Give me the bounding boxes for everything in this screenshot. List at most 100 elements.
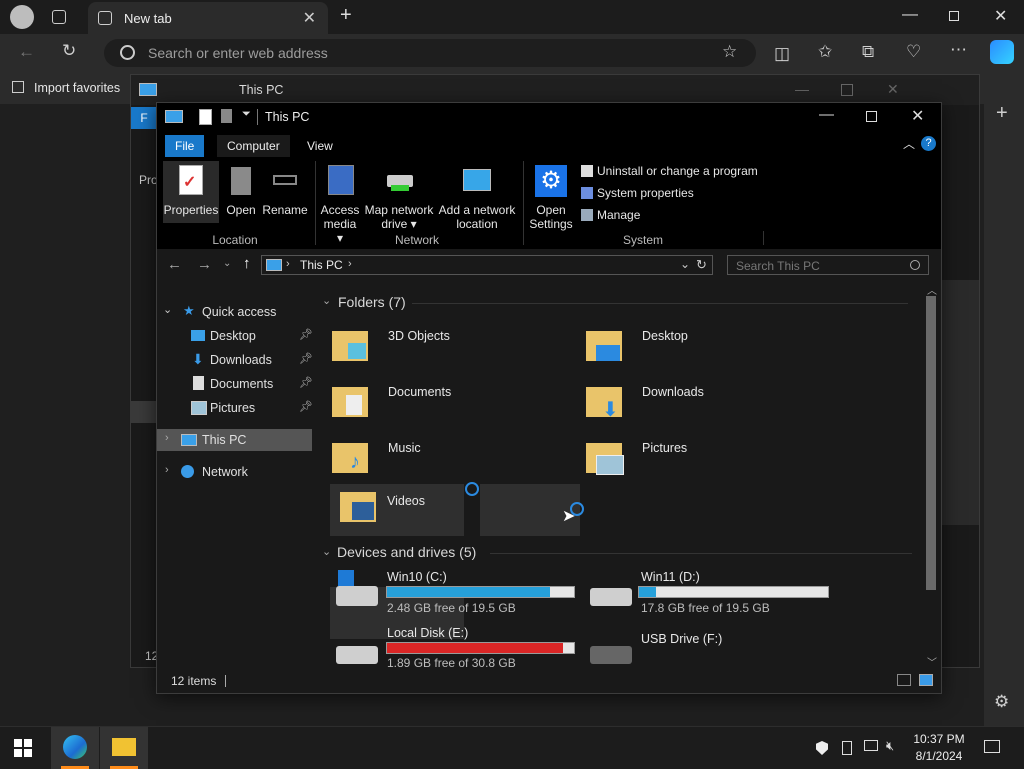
recent-locations-icon[interactable]: ⌄ — [223, 258, 231, 269]
details-view-icon[interactable] — [897, 674, 911, 686]
new-folder-qat-icon[interactable] — [221, 109, 232, 123]
folders-section-header[interactable]: ⌄ Folders (7) — [320, 293, 912, 313]
tab-close-icon[interactable]: ✕ — [303, 8, 316, 28]
clock-time[interactable]: 10:37 PM — [906, 732, 972, 746]
pin-icon[interactable]: 📌︎ — [299, 400, 313, 413]
profile-avatar[interactable] — [10, 5, 34, 29]
drive-e[interactable]: Local Disk (E:) 1.89 GB free of 30.8 GB — [334, 624, 584, 670]
address-dropdown-icon[interactable]: ⌄ — [680, 257, 690, 271]
folder-3d-objects[interactable]: 3D Objects — [330, 321, 464, 373]
content-scrollbar[interactable]: ︿ ﹀ — [924, 282, 938, 669]
back-icon[interactable]: ← — [18, 42, 35, 62]
tab-view[interactable]: View — [297, 135, 343, 157]
network-tray-icon[interactable] — [864, 740, 878, 751]
drives-header[interactable]: ⌄ Devices and drives (5) — [320, 544, 912, 564]
nav-back-icon[interactable]: ← — [167, 256, 182, 273]
nav-forward-icon[interactable]: → — [197, 256, 212, 273]
tab-computer[interactable]: Computer — [217, 135, 290, 157]
start-button[interactable] — [14, 739, 32, 757]
access-media-button[interactable]: Access media ▾ — [319, 161, 361, 245]
close-icon[interactable]: ✕ — [994, 6, 1007, 26]
nav-network[interactable]: › Network — [157, 461, 314, 483]
section-collapse-icon[interactable]: ⌄ — [322, 545, 331, 558]
bg-maximize-icon[interactable] — [841, 84, 853, 96]
nav-up-icon[interactable]: ↑ — [243, 255, 251, 272]
nav-pictures[interactable]: Pictures 📌︎ — [157, 397, 314, 419]
explorer-close-icon[interactable]: ✕ — [911, 106, 924, 126]
add-sidebar-icon[interactable]: + — [996, 102, 1008, 125]
quick-access-item[interactable]: ⌄ ★ Quick access — [157, 301, 314, 323]
open-settings-button[interactable]: ⚙ Open Settings — [529, 161, 573, 231]
open-button[interactable]: Open — [221, 161, 261, 223]
folder-desktop[interactable]: Desktop — [584, 321, 718, 373]
bg-close-icon[interactable]: ✕ — [887, 81, 899, 98]
folder-downloads[interactable]: ⬇ Downloads — [584, 377, 718, 429]
system-properties-button[interactable]: System properties — [579, 185, 709, 201]
folder-documents[interactable]: Documents — [330, 377, 464, 429]
explorer-minimize-icon[interactable]: — — [819, 106, 834, 123]
large-icons-view-icon[interactable] — [919, 674, 933, 686]
rename-button[interactable]: Rename — [261, 161, 309, 223]
split-screen-icon[interactable]: ◫ — [774, 44, 790, 64]
copilot-icon[interactable] — [990, 40, 1014, 64]
minimize-icon[interactable]: — — [902, 6, 918, 24]
folder-pictures[interactable]: Pictures — [584, 433, 718, 485]
notifications-icon[interactable] — [984, 740, 1000, 753]
nav-this-pc[interactable]: › This PC — [157, 429, 312, 451]
section-collapse-icon[interactable]: ⌄ — [322, 294, 331, 307]
search-box[interactable]: Search This PC — [727, 255, 929, 275]
address-bar[interactable]: Search or enter web address ☆ — [104, 39, 756, 67]
map-network-drive-button[interactable]: Map network drive ▾ — [363, 161, 435, 231]
bg-minimize-icon[interactable]: — — [795, 81, 809, 97]
import-favorites-link[interactable]: Import favorites — [34, 81, 120, 95]
file-explorer-taskbar-icon[interactable] — [100, 727, 148, 769]
expand-chevron-icon[interactable]: › — [165, 432, 169, 444]
help-icon[interactable]: ? — [921, 136, 936, 151]
folder-videos-tile[interactable]: Videos — [330, 484, 464, 536]
explorer-maximize-icon[interactable] — [866, 111, 877, 122]
expand-chevron-icon[interactable]: › — [165, 464, 169, 476]
expand-chevron-icon[interactable]: ⌄ — [163, 303, 172, 316]
restore-icon[interactable] — [949, 11, 959, 21]
pin-icon[interactable]: 📌︎ — [299, 328, 313, 341]
drive-d[interactable]: Win11 (D:) 17.8 GB free of 19.5 GB — [588, 568, 838, 618]
collapse-ribbon-icon[interactable]: ︿ — [903, 135, 915, 152]
browser-essentials-icon[interactable]: ♡ — [906, 42, 921, 62]
breadcrumb-bar[interactable]: › This PC › ⌄ ↻ — [261, 255, 713, 275]
manage-button[interactable]: Manage — [579, 207, 659, 223]
sidebar-settings-icon[interactable]: ⚙ — [994, 692, 1009, 712]
usb-tray-icon[interactable] — [842, 741, 852, 755]
drive-f[interactable]: USB Drive (F:) — [588, 624, 838, 668]
scroll-up-icon[interactable]: ︿ — [927, 282, 937, 297]
nav-documents[interactable]: Documents 📌︎ — [157, 373, 314, 395]
more-options-icon[interactable]: ⋯ — [950, 40, 967, 60]
folder-music[interactable]: ♪ Music — [330, 433, 464, 485]
properties-button[interactable]: ✓ Properties — [163, 161, 219, 223]
security-tray-icon[interactable] — [816, 741, 828, 755]
scroll-down-icon[interactable]: ﹀ — [927, 654, 937, 669]
scroll-thumb[interactable] — [926, 296, 936, 590]
refresh-icon[interactable]: ↻ — [62, 41, 76, 61]
tab-file[interactable]: File — [165, 135, 205, 157]
nav-desktop[interactable]: Desktop 📌︎ — [157, 325, 314, 347]
tab-new-tab[interactable]: New tab ✕ — [88, 2, 328, 34]
volume-muted-icon[interactable]: 🔇︎ — [886, 738, 894, 754]
favorites-icon[interactable]: ✩ — [818, 42, 832, 62]
properties-qat-icon[interactable] — [199, 109, 212, 125]
pin-icon[interactable]: 📌︎ — [299, 376, 313, 389]
edge-taskbar-icon[interactable] — [51, 727, 99, 769]
favorite-star-icon[interactable]: ☆ — [722, 42, 737, 62]
pin-icon[interactable]: 📌︎ — [299, 352, 313, 365]
refresh-address-icon[interactable]: ↻ — [696, 257, 707, 273]
qat-dropdown-icon[interactable]: ⏷ — [242, 108, 251, 121]
uninstall-program-button[interactable]: Uninstall or change a program — [579, 163, 769, 179]
drive-c[interactable]: Win10 (C:) 2.48 GB free of 19.5 GB — [334, 568, 584, 618]
clock-date[interactable]: 8/1/2024 — [906, 749, 972, 763]
tab-actions-icon[interactable] — [52, 10, 66, 24]
add-network-location-button[interactable]: Add a network location — [437, 161, 517, 231]
bg-window-titlebar: This PC — ✕ — [131, 75, 979, 105]
breadcrumb-this-pc[interactable]: This PC — [300, 258, 343, 272]
new-tab-button[interactable]: + — [340, 4, 352, 27]
nav-downloads[interactable]: ⬇ Downloads 📌︎ — [157, 349, 314, 371]
collections-icon[interactable]: ⧉ — [862, 42, 874, 62]
